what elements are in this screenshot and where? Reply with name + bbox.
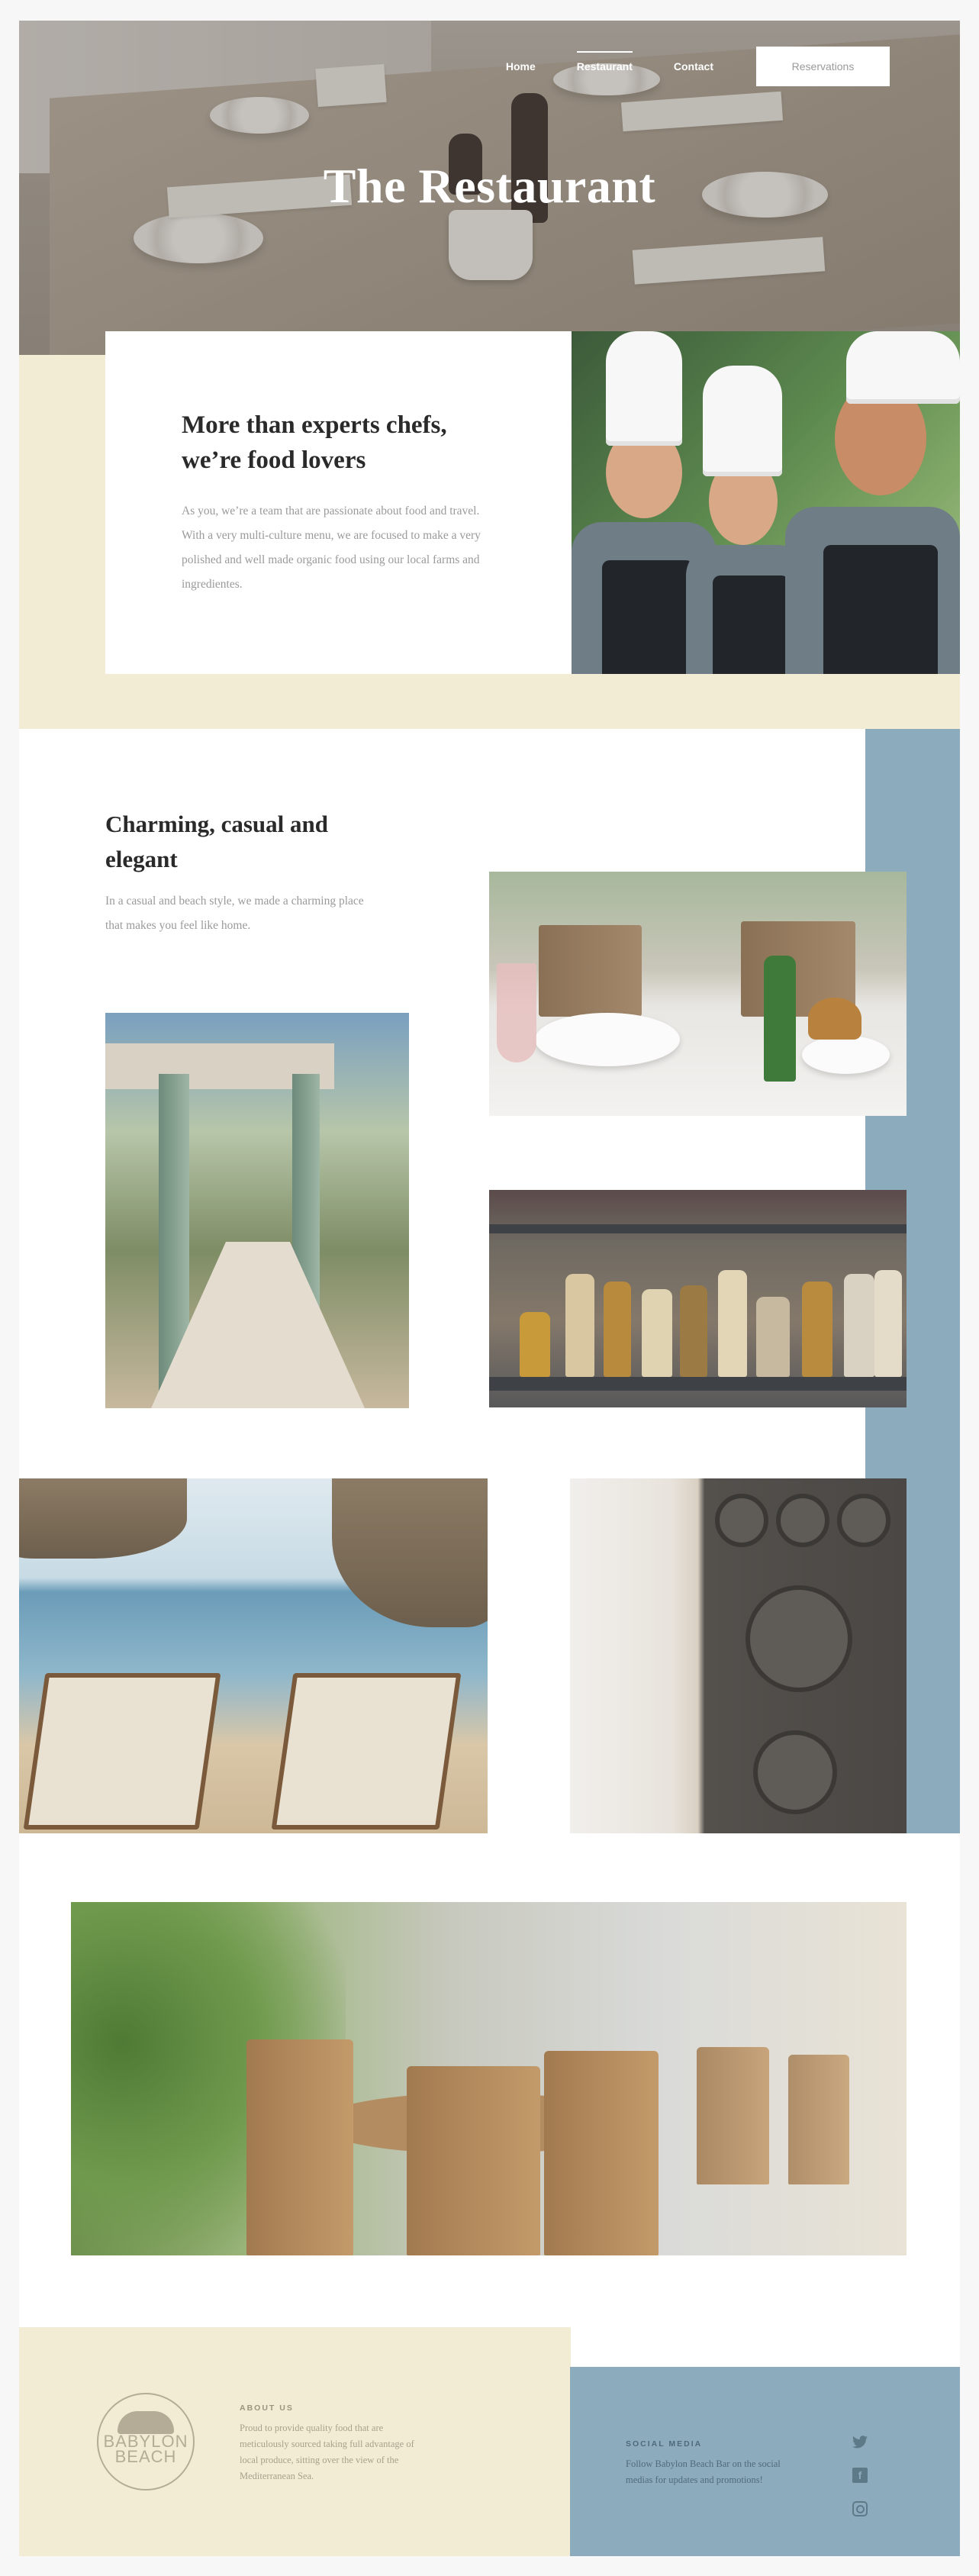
bar-bottle xyxy=(718,1270,747,1377)
food-plate xyxy=(535,1013,680,1066)
nav-contact-link[interactable]: Contact xyxy=(674,51,713,82)
chef-apron xyxy=(823,545,938,674)
section2-heading: Charming, casual and elegant xyxy=(105,811,328,872)
carving-ornament xyxy=(753,1730,837,1814)
chef-apron xyxy=(602,560,694,674)
beach-lounger xyxy=(271,1673,462,1830)
chef-apron xyxy=(713,575,789,674)
bar-shelf xyxy=(489,1224,907,1233)
dining-chair xyxy=(788,2055,849,2184)
social-media-block: SOCIAL MEDIA Follow Babylon Beach Bar on… xyxy=(626,2439,809,2488)
about-us-text: Proud to provide quality food that are m… xyxy=(240,2423,414,2481)
bar-shelf xyxy=(489,1377,907,1391)
carving-ornament xyxy=(776,1494,829,1547)
carving-photo xyxy=(570,1478,907,1833)
carving-ornament xyxy=(837,1494,890,1547)
logo-tree-icon xyxy=(118,2411,174,2434)
bar-bottle xyxy=(874,1270,902,1377)
food-wine-glass xyxy=(497,963,536,1062)
facebook-icon[interactable]: f xyxy=(852,2468,868,2483)
beach-umbrella xyxy=(332,1478,488,1627)
social-media-text: Follow Babylon Beach Bar on the social m… xyxy=(626,2458,781,2485)
chef-hat xyxy=(606,331,682,446)
beach-lounger xyxy=(23,1673,221,1830)
dining-chair xyxy=(544,2051,659,2255)
food-beer-bottle xyxy=(764,956,796,1082)
chefs-photo xyxy=(572,331,960,674)
food-burger xyxy=(808,998,861,1040)
bar-bottle xyxy=(604,1282,631,1377)
beach-photo xyxy=(19,1478,488,1833)
twitter-icon[interactable] xyxy=(852,2434,868,2449)
babylon-beach-logo[interactable]: BABYLON BEACH xyxy=(97,2393,195,2491)
bar-bottle xyxy=(844,1274,874,1377)
food-plate xyxy=(802,1036,890,1074)
chef-hat xyxy=(846,331,960,404)
intro-card: More than experts chefs, we’re food love… xyxy=(105,331,572,674)
carving-ornament xyxy=(715,1494,768,1547)
intro-heading: More than experts chefs, we’re food love… xyxy=(182,411,447,474)
main-nav: Home Restaurant Contact Reservations xyxy=(465,47,890,86)
chef-hat xyxy=(703,366,782,476)
bar-bottle xyxy=(756,1297,790,1377)
logo-wordmark: BABYLON BEACH xyxy=(103,2432,188,2466)
about-us-heading: ABOUT US xyxy=(240,2404,294,2413)
intro-text: As you, we’re a team that are passionate… xyxy=(182,505,481,591)
social-media-heading: SOCIAL MEDIA xyxy=(626,2439,703,2449)
section2-text: In a casual and beach style, we made a c… xyxy=(105,895,364,932)
dining-chair xyxy=(697,2047,769,2184)
page: Home Restaurant Contact Reservations The… xyxy=(19,21,960,2556)
carving-ornament xyxy=(746,1585,852,1692)
nav-restaurant-link[interactable]: Restaurant xyxy=(576,51,633,82)
bar-bottle xyxy=(565,1274,594,1377)
reservations-button[interactable]: Reservations xyxy=(756,47,890,86)
bar-bottle xyxy=(802,1282,832,1377)
bar-bottle xyxy=(642,1289,672,1377)
instagram-icon[interactable] xyxy=(852,2501,868,2516)
dining-chair xyxy=(407,2066,540,2255)
bar-bottle xyxy=(520,1312,550,1377)
food-photo xyxy=(489,872,907,1116)
hero-title: The Restaurant xyxy=(323,159,656,213)
nav-home-link[interactable]: Home xyxy=(506,51,536,82)
bar-photo xyxy=(489,1190,907,1407)
food-chair xyxy=(539,925,642,1017)
gazebo-photo xyxy=(105,1013,409,1408)
dining-chair xyxy=(246,2039,353,2255)
dining-photo xyxy=(71,1902,907,2255)
beach-umbrella xyxy=(19,1478,187,1559)
about-us-block: ABOUT US Proud to provide quality food t… xyxy=(240,2404,423,2484)
social-icons: f xyxy=(852,2434,868,2516)
bar-bottle xyxy=(680,1285,707,1377)
